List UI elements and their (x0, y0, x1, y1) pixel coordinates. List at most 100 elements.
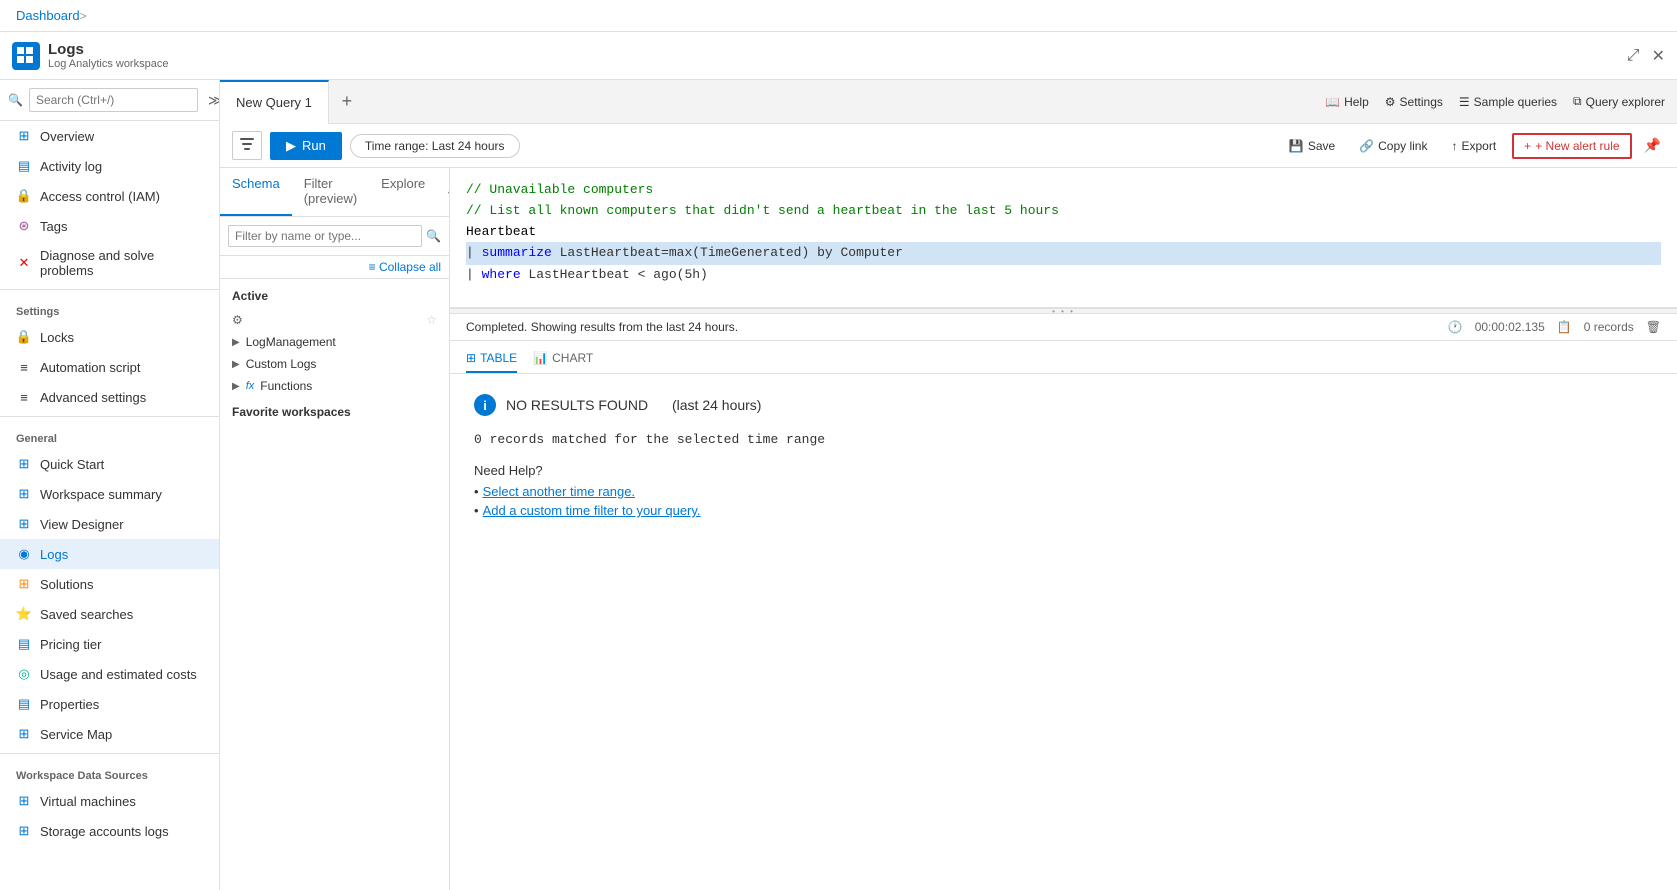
storage-accounts-icon: ⊞ (16, 823, 32, 839)
schema-filter-input[interactable] (228, 225, 422, 247)
star-fav-icon[interactable]: ☆ (426, 313, 437, 327)
locks-icon: 🔒 (16, 329, 32, 345)
sidebar-item-properties[interactable]: ▤ Properties (0, 689, 219, 719)
tab-add-button[interactable]: + (329, 80, 365, 124)
table-icon: ⊞ (466, 351, 476, 365)
bullet-1: • (474, 484, 479, 499)
results-tab-table[interactable]: ⊞ TABLE (466, 345, 517, 373)
settings-action[interactable]: ⚙ Settings (1385, 95, 1443, 109)
save-icon: 💾 (1289, 139, 1304, 153)
sidebar-item-locks[interactable]: 🔒 Locks (0, 322, 219, 352)
results-area: Completed. Showing results from the last… (450, 314, 1677, 890)
results-tab-chart[interactable]: 📊 CHART (533, 345, 593, 373)
query-explorer-icon: ⧉ (1573, 94, 1582, 109)
sidebar-item-saved-searches[interactable]: ⭐ Saved searches (0, 599, 219, 629)
sidebar-item-view-designer[interactable]: ⊞ View Designer (0, 509, 219, 539)
tab-new-query-1[interactable]: New Query 1 (220, 80, 329, 124)
schema-search-container: 🔍 (220, 217, 449, 256)
minimize-icon[interactable]: ⤢ (1627, 47, 1640, 65)
code-line-1: // Unavailable computers (466, 180, 1661, 201)
tab-bar: New Query 1 + 📖 Help ⚙ Settings ☰ Sample… (220, 80, 1677, 124)
top-app-bar: Logs Log Analytics workspace ⤢ ✕ (0, 32, 1677, 80)
code-editor[interactable]: // Unavailable computers // List all kno… (450, 168, 1677, 308)
no-results-subtitle: (last 24 hours) (672, 397, 761, 413)
sidebar-label-logs: Logs (40, 547, 68, 562)
sidebar-item-diagnose[interactable]: ✕ Diagnose and solve problems (0, 241, 219, 285)
delete-icon[interactable]: 🗑 (1646, 320, 1661, 334)
functions-label: Functions (260, 379, 312, 393)
sidebar-item-service-map[interactable]: ⊞ Service Map (0, 719, 219, 749)
schema-tree-log-management[interactable]: ▶ LogManagement (220, 331, 449, 353)
schema-collapse-all[interactable]: ≡ Collapse all (220, 256, 449, 279)
schema-panel-collapse-button[interactable]: ≪ (437, 168, 450, 216)
help-action[interactable]: 📖 Help (1325, 95, 1369, 109)
functions-arrow: ▶ (232, 381, 240, 392)
search-input[interactable] (29, 88, 198, 112)
sidebar-item-automation-script[interactable]: ≡ Automation script (0, 352, 219, 382)
schema-tab-schema[interactable]: Schema (220, 168, 292, 216)
sidebar-item-quick-start[interactable]: ⊞ Quick Start (0, 449, 219, 479)
sidebar-collapse-button[interactable]: ≫ (204, 92, 220, 109)
run-label: Run (302, 138, 326, 153)
sidebar-label-quick-start: Quick Start (40, 457, 104, 472)
sidebar-item-activity-log[interactable]: ▤ Activity log (0, 151, 219, 181)
close-icon[interactable]: ✕ (1652, 46, 1665, 66)
no-results-banner: i NO RESULTS FOUND (last 24 hours) (474, 394, 1653, 416)
code-line-5: | where LastHeartbeat < ago(5h) (466, 265, 1661, 286)
sidebar-item-tags[interactable]: ⊛ Tags (0, 211, 219, 241)
schema-tree-custom-logs[interactable]: ▶ Custom Logs (220, 353, 449, 375)
toolbar-left: ▶ Run Time range: Last 24 hours (232, 131, 520, 160)
sidebar-item-logs[interactable]: ◉ Logs (0, 539, 219, 569)
pricing-tier-icon: ▤ (16, 636, 32, 652)
pin-button[interactable]: 📌 (1640, 133, 1665, 158)
sidebar-item-pricing-tier[interactable]: ▤ Pricing tier (0, 629, 219, 659)
sample-queries-action[interactable]: ☰ Sample queries (1459, 95, 1557, 109)
query-explorer-label: Query explorer (1586, 95, 1665, 109)
sidebar-item-solutions[interactable]: ⊞ Solutions (0, 569, 219, 599)
filter-settings-button[interactable] (232, 131, 262, 160)
new-alert-rule-button[interactable]: + + New alert rule (1512, 133, 1631, 159)
functions-fx-icon: fx (246, 380, 255, 392)
results-status-bar: Completed. Showing results from the last… (450, 314, 1677, 341)
export-button[interactable]: ↑ Export (1443, 135, 1504, 157)
tags-icon: ⊛ (16, 218, 32, 234)
schema-tree-functions[interactable]: ▶ fx Functions (220, 375, 449, 397)
help-link-custom-filter[interactable]: Add a custom time filter to your query. (483, 503, 701, 518)
advanced-settings-icon: ≡ (16, 389, 32, 405)
top-bar-icons: ⤢ ✕ (1627, 46, 1665, 66)
collapse-icon: ≡ (369, 260, 376, 274)
run-play-icon: ▶ (286, 138, 296, 154)
copy-link-button[interactable]: 🔗 Copy link (1351, 135, 1435, 157)
export-icon: ↑ (1451, 139, 1457, 153)
time-range-label: Time range: Last 24 hours (365, 139, 505, 153)
sidebar-label-advanced-settings: Advanced settings (40, 390, 146, 405)
help-link-time-range[interactable]: Select another time range. (483, 484, 635, 499)
run-button[interactable]: ▶ Run (270, 132, 342, 160)
logs-icon: ◉ (16, 546, 32, 562)
query-explorer-action[interactable]: ⧉ Query explorer (1573, 94, 1665, 109)
sidebar-item-virtual-machines[interactable]: ⊞ Virtual machines (0, 786, 219, 816)
table-label: TABLE (480, 351, 517, 365)
schema-tab-filter[interactable]: Filter (preview) (292, 168, 369, 216)
save-button[interactable]: 💾 Save (1281, 135, 1343, 157)
status-text: Completed. Showing results from the last… (466, 320, 1440, 334)
schema-root-icon: ⚙ (232, 313, 243, 327)
sidebar-item-overview[interactable]: ⊞ Overview (0, 121, 219, 151)
results-tabs: ⊞ TABLE 📊 CHART (450, 341, 1677, 374)
results-status-icons: 🕐 00:00:02.135 📋 0 records 🗑 (1448, 320, 1661, 334)
workspace-summary-icon: ⊞ (16, 486, 32, 502)
sidebar-label-automation-script: Automation script (40, 360, 140, 375)
sidebar-label-workspace-summary: Workspace summary (40, 487, 162, 502)
query-toolbar: ▶ Run Time range: Last 24 hours 💾 Save 🔗… (220, 124, 1677, 168)
sidebar-label-pricing-tier: Pricing tier (40, 637, 101, 652)
sidebar-label-diagnose: Diagnose and solve problems (40, 248, 203, 278)
schema-tab-explore[interactable]: Explore (369, 168, 437, 216)
time-range-button[interactable]: Time range: Last 24 hours (350, 134, 520, 158)
sidebar-label-service-map: Service Map (40, 727, 112, 742)
sidebar-item-workspace-summary[interactable]: ⊞ Workspace summary (0, 479, 219, 509)
breadcrumb-dashboard[interactable]: Dashboard (16, 8, 80, 23)
sidebar-item-access-control[interactable]: 🔒 Access control (IAM) (0, 181, 219, 211)
sidebar-item-storage-accounts-logs[interactable]: ⊞ Storage accounts logs (0, 816, 219, 846)
sidebar-item-usage-costs[interactable]: ◎ Usage and estimated costs (0, 659, 219, 689)
sidebar-item-advanced-settings[interactable]: ≡ Advanced settings (0, 382, 219, 412)
